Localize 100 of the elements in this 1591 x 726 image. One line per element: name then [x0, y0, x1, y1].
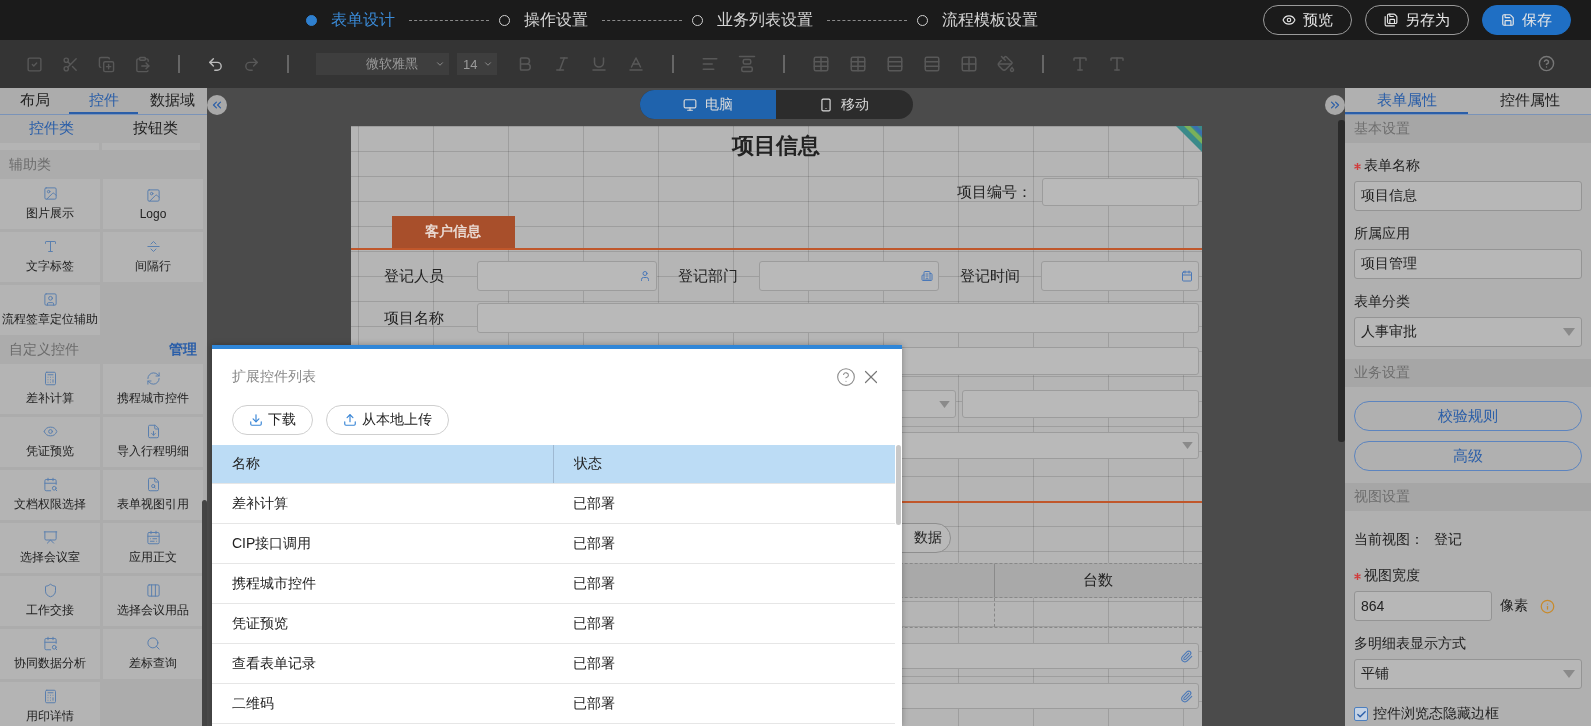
shield-icon: [42, 583, 58, 598]
calculator-icon: [42, 371, 58, 386]
table-cell-text: 已部署: [572, 493, 616, 513]
cut-icon[interactable]: [62, 55, 79, 73]
italic-icon[interactable]: [553, 55, 571, 73]
step-label[interactable]: 流程模板设置: [942, 9, 1038, 31]
control-tile[interactable]: 差标查询: [103, 629, 203, 679]
table-icon[interactable]: [812, 55, 830, 73]
scrollbar[interactable]: [1338, 120, 1345, 442]
control-tile[interactable]: 选择会议室: [0, 523, 100, 573]
text-box-icon[interactable]: [1071, 55, 1089, 73]
grid-icon[interactable]: [960, 55, 978, 73]
panel-tab[interactable]: 控件属性: [1468, 88, 1591, 114]
control-tile[interactable]: 文档权限选择: [0, 470, 100, 520]
view-toggle[interactable]: 移动: [776, 90, 913, 119]
tile-label: 应用正文: [129, 549, 177, 566]
group-title: 辅助类: [9, 155, 51, 174]
help-icon[interactable]: [1538, 55, 1555, 72]
help-icon[interactable]: [836, 367, 856, 387]
field-label: 所属应用: [1354, 225, 1410, 243]
file-search-icon: [145, 477, 161, 492]
control-tile[interactable]: 间隔行: [103, 232, 203, 282]
checkbox[interactable]: [1354, 707, 1368, 721]
vertical-align-icon[interactable]: [738, 55, 756, 73]
delete-row-icon[interactable]: [923, 55, 941, 73]
input-field[interactable]: [1041, 178, 1199, 206]
select-field[interactable]: 平铺: [1354, 659, 1582, 689]
redo-icon[interactable]: [243, 55, 260, 73]
table-cell-text: 已部署: [572, 613, 616, 633]
save-button[interactable]: 保存: [1482, 5, 1571, 35]
tile-label: 文字标签: [26, 258, 74, 275]
table-cell-text: 已部署: [572, 653, 616, 673]
underline-icon[interactable]: [590, 55, 608, 73]
panel-tab[interactable]: 布局: [0, 88, 69, 114]
control-tile[interactable]: 应用正文: [103, 523, 203, 573]
table-cell-text: 携程城市控件: [231, 573, 317, 593]
control-tile[interactable]: 文字标签: [0, 232, 100, 282]
category-tab[interactable]: 按钮类: [103, 115, 207, 143]
control-tile[interactable]: 流程签章定位辅助: [0, 285, 100, 335]
font-select[interactable]: 微软雅黑: [316, 53, 449, 75]
tile-label: 凭证预览: [26, 443, 74, 460]
table-icon[interactable]: [849, 55, 867, 73]
input-field[interactable]: 项目信息: [1354, 181, 1582, 211]
paste-icon[interactable]: [134, 55, 151, 73]
panel-tab[interactable]: 数据域: [138, 88, 207, 114]
paperclip-icon: [1179, 689, 1193, 703]
tile-label: 差补计算: [26, 390, 74, 407]
insert-row-icon[interactable]: [886, 55, 904, 73]
control-tile[interactable]: 工作交接: [0, 576, 100, 626]
control-tile[interactable]: 用印详情: [0, 682, 100, 726]
tile-label: 图片展示: [26, 205, 74, 222]
checkbox-tool-icon[interactable]: [26, 55, 43, 73]
control-tile[interactable]: 凭证预览: [0, 417, 100, 467]
eye-icon: [42, 424, 58, 439]
phone-icon: [819, 97, 834, 112]
copy-icon[interactable]: [98, 55, 115, 73]
input-field[interactable]: [961, 390, 1199, 418]
tile-label: 协同数据分析: [14, 655, 86, 672]
column-header: 名称: [231, 454, 261, 473]
user-icon: [638, 270, 651, 282]
table-cell-text: 查看表单记录: [231, 653, 317, 673]
download-button[interactable]: 下载: [232, 405, 313, 435]
upload-button[interactable]: 从本地上传: [326, 405, 449, 435]
input-field[interactable]: 864: [1354, 591, 1492, 621]
control-tile[interactable]: 图片展示: [0, 179, 100, 229]
align-icon[interactable]: [701, 55, 719, 73]
columns-icon: [145, 583, 161, 598]
step-label[interactable]: 操作设置: [524, 9, 588, 31]
control-tile[interactable]: 表单视图引用: [103, 470, 203, 520]
input-field[interactable]: [758, 261, 939, 291]
control-tile[interactable]: 选择会议用品: [103, 576, 203, 626]
select-field[interactable]: 人事审批: [1354, 317, 1582, 347]
font-size-select[interactable]: 14: [457, 53, 497, 75]
font-color-icon[interactable]: [627, 55, 645, 73]
refresh-icon: [145, 371, 161, 386]
step-label[interactable]: 表单设计: [331, 9, 395, 31]
input-field[interactable]: [476, 303, 1199, 333]
caret-icon: [483, 59, 493, 69]
input-field[interactable]: [476, 261, 657, 291]
text-box-icon[interactable]: [1108, 55, 1126, 73]
scrollbar-thumb[interactable]: [896, 445, 901, 525]
control-tile[interactable]: 协同数据分析: [0, 629, 100, 679]
calculator-icon: [42, 689, 58, 704]
form-title: 项目信息: [732, 132, 820, 160]
control-tile[interactable]: 导入行程明细: [103, 417, 203, 467]
scrollbar[interactable]: [202, 500, 207, 726]
input-field[interactable]: [1040, 261, 1199, 291]
control-tile[interactable]: 携程城市控件: [103, 364, 203, 414]
group-title: 自定义控件: [9, 340, 79, 359]
input-field[interactable]: 项目管理: [1354, 249, 1582, 279]
table-cell-text: 已部署: [572, 573, 616, 593]
field-label: 表单分类: [1354, 293, 1410, 311]
collapse-left-button[interactable]: [207, 95, 227, 115]
step-label[interactable]: 业务列表设置: [717, 9, 813, 31]
collapse-right-button[interactable]: [1325, 95, 1345, 115]
control-tile[interactable]: 差补计算: [0, 364, 100, 414]
fill-color-icon[interactable]: [997, 55, 1015, 73]
undo-icon[interactable]: [207, 55, 224, 73]
control-tile[interactable]: Logo: [103, 179, 203, 229]
view-toggle[interactable]: 电脑: [639, 90, 776, 119]
